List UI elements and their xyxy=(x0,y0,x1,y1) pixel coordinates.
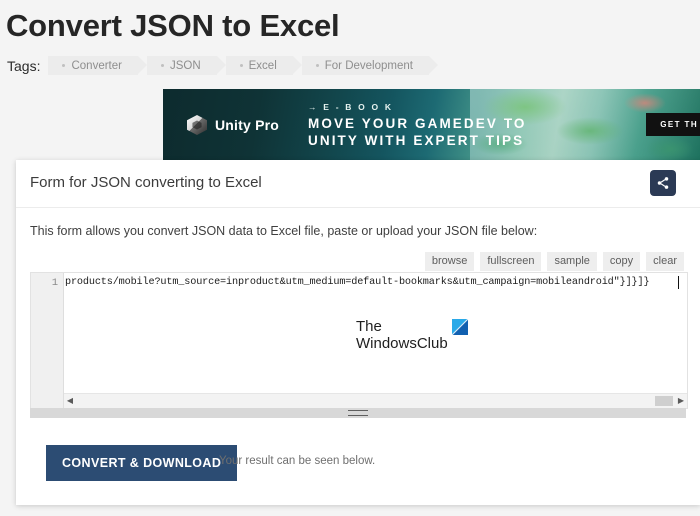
tag-for-development[interactable]: For Development xyxy=(301,56,439,75)
card-description: This form allows you convert JSON data t… xyxy=(30,224,538,238)
fullscreen-button[interactable]: fullscreen xyxy=(480,252,542,271)
watermark-text-block: The WindowsClub xyxy=(356,318,448,352)
scrollbar-thumb[interactable] xyxy=(655,396,673,406)
unity-cube-icon xyxy=(187,115,207,135)
resize-grip-icon xyxy=(348,410,368,416)
copy-button[interactable]: copy xyxy=(602,252,641,271)
ad-eyebrow: → E - B O O K xyxy=(308,102,394,112)
tag-excel[interactable]: Excel xyxy=(225,56,302,75)
scroll-left-arrow-icon[interactable]: ◀ xyxy=(64,395,76,407)
ad-headline-line-2: UNITY WITH EXPERT TIPS xyxy=(308,133,525,148)
watermark-line-1: The xyxy=(356,318,382,335)
card-title: Form for JSON converting to Excel xyxy=(30,174,262,191)
tag-label: For Development xyxy=(324,59,413,72)
tag-bullet-icon xyxy=(160,64,164,67)
code-line-1: products/mobile?utm_source=inproduct&utm… xyxy=(65,277,650,288)
tag-label: Excel xyxy=(248,59,277,72)
convert-and-download-button[interactable]: CONVERT & DOWNLOAD xyxy=(46,445,238,481)
json-code-editor[interactable]: 1 products/mobile?utm_source=inproduct&u… xyxy=(30,272,688,409)
result-note: Your result can be seen below. xyxy=(219,455,376,467)
scroll-right-arrow-icon[interactable]: ▶ xyxy=(675,395,687,407)
editor-horizontal-scrollbar[interactable]: ◀ ▶ xyxy=(64,393,687,408)
ad-brand-label: Unity Pro xyxy=(215,117,280,133)
windowsclub-logo-icon xyxy=(451,319,468,335)
share-button[interactable] xyxy=(650,170,676,196)
line-number: 1 xyxy=(51,277,58,289)
text-caret xyxy=(677,276,679,289)
tag-json[interactable]: JSON xyxy=(146,56,226,75)
tag-bullet-icon xyxy=(62,64,66,67)
tags-row: Tags: Converter JSON Excel For Developme… xyxy=(7,56,439,75)
tag-bullet-icon xyxy=(239,64,243,67)
ad-headline: MOVE YOUR GAMEDEV TO UNITY WITH EXPERT T… xyxy=(308,115,527,149)
tag-label: Converter xyxy=(71,59,122,72)
form-card: Form for JSON converting to Excel This f… xyxy=(16,160,700,505)
tag-label: JSON xyxy=(169,59,201,72)
clear-button[interactable]: clear xyxy=(646,252,684,271)
ad-headline-line-1: MOVE YOUR GAMEDEV TO xyxy=(308,116,527,131)
editor-toolbar: browse fullscreen sample copy clear xyxy=(424,252,684,271)
ad-cta-button[interactable]: GET TH xyxy=(646,113,700,136)
watermark: The WindowsClub xyxy=(356,318,468,352)
share-icon xyxy=(657,177,669,189)
sample-button[interactable]: sample xyxy=(547,252,597,271)
tag-bullet-icon xyxy=(315,64,319,67)
advertisement-banner[interactable]: Unity Pro → E - B O O K MOVE YOUR GAMEDE… xyxy=(163,89,700,160)
line-number-gutter: 1 xyxy=(31,273,64,408)
tag-converter[interactable]: Converter xyxy=(48,56,147,75)
code-area[interactable]: products/mobile?utm_source=inproduct&utm… xyxy=(64,273,687,408)
browse-button[interactable]: browse xyxy=(424,252,475,271)
tags-label: Tags: xyxy=(7,57,41,74)
page-title: Convert JSON to Excel xyxy=(6,8,340,43)
ad-brand: Unity Pro xyxy=(187,115,279,135)
watermark-line-2: WindowsClub xyxy=(356,335,448,352)
card-header: Form for JSON converting to Excel xyxy=(16,160,700,208)
editor-resize-handle[interactable] xyxy=(30,408,686,418)
